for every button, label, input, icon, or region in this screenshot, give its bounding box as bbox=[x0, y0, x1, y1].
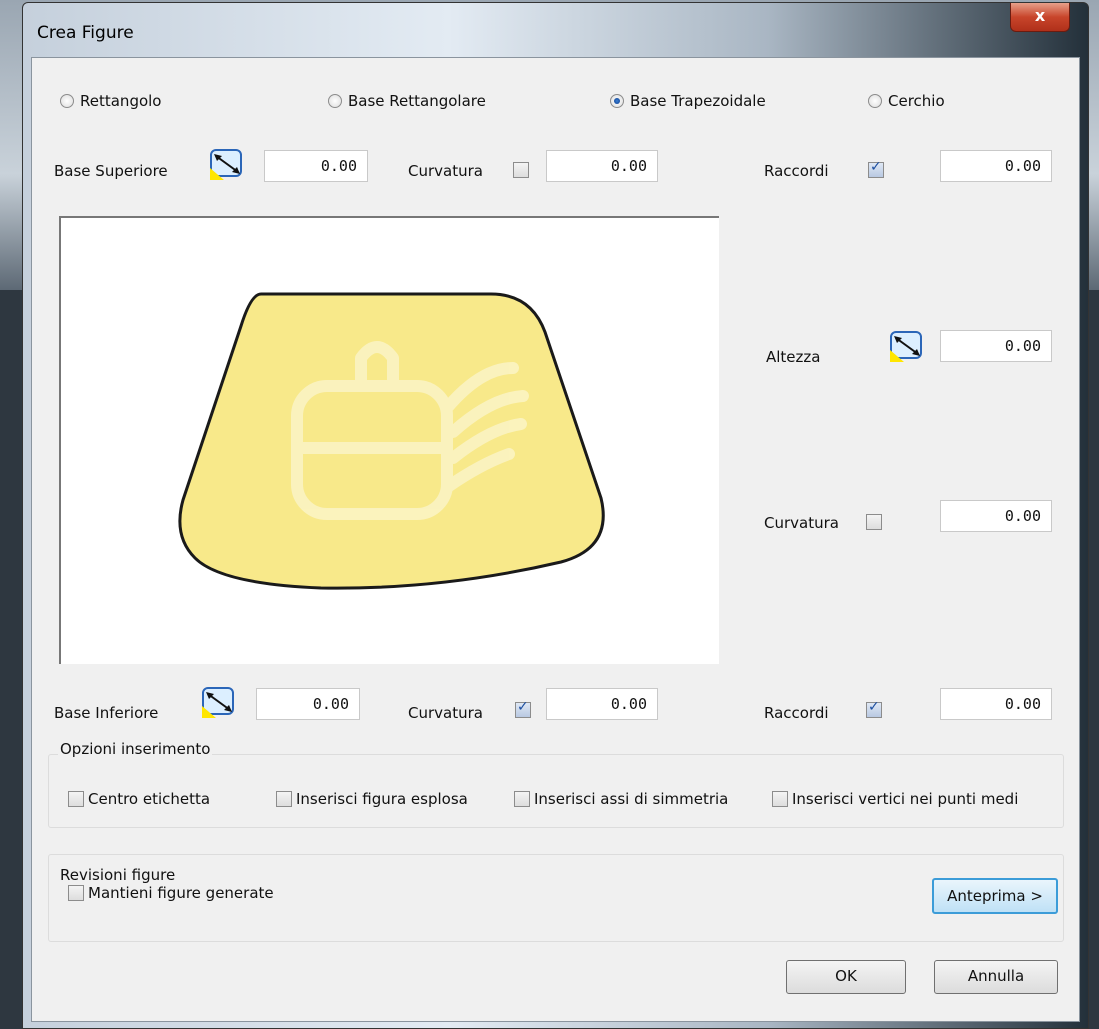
raccordi-bottom-label: Raccordi bbox=[764, 704, 829, 722]
curvatura-right-checkbox[interactable] bbox=[866, 514, 882, 530]
option-assi-simmetria[interactable]: Inserisci assi di simmetria bbox=[514, 790, 728, 808]
option-vertici-punti-medi[interactable]: Inserisci vertici nei punti medi bbox=[772, 790, 1018, 808]
radio-label: Base Rettangolare bbox=[348, 92, 486, 110]
revisions-title: Revisioni figure bbox=[58, 866, 178, 884]
option-label: Inserisci vertici nei punti medi bbox=[792, 790, 1019, 808]
option-label: Inserisci figura esplosa bbox=[296, 790, 468, 808]
dimension-icon[interactable] bbox=[202, 686, 236, 718]
preview-button[interactable]: Anteprima > bbox=[932, 878, 1058, 914]
curvatura-bottom-input[interactable]: 0.00 bbox=[546, 688, 658, 720]
radio-base-rettangolare[interactable]: Base Rettangolare bbox=[328, 92, 486, 110]
base-superiore-input[interactable]: 0.00 bbox=[264, 150, 368, 182]
option-centro-etichetta[interactable]: Centro etichetta bbox=[68, 790, 210, 808]
curvatura-top-checkbox[interactable] bbox=[513, 162, 529, 178]
raccordi-top-label: Raccordi bbox=[764, 162, 829, 180]
option-figura-esplosa[interactable]: Inserisci figura esplosa bbox=[276, 790, 468, 808]
option-mantieni-figure[interactable]: Mantieni figure generate bbox=[68, 884, 274, 902]
radio-label: Base Trapezoidale bbox=[630, 92, 766, 110]
cancel-button[interactable]: Annulla bbox=[934, 960, 1058, 994]
checkbox[interactable] bbox=[68, 791, 84, 807]
base-inferiore-input[interactable]: 0.00 bbox=[256, 688, 360, 720]
option-label: Inserisci assi di simmetria bbox=[534, 790, 729, 808]
radio-rettangolo[interactable]: Rettangolo bbox=[60, 92, 161, 110]
option-label: Mantieni figure generate bbox=[88, 884, 274, 902]
base-superiore-label: Base Superiore bbox=[54, 162, 168, 180]
curvatura-right-label: Curvatura bbox=[764, 514, 839, 532]
radio-dot bbox=[60, 94, 74, 108]
raccordi-bottom-input[interactable]: 0.00 bbox=[940, 688, 1052, 720]
dimension-icon[interactable] bbox=[210, 148, 244, 180]
raccordi-top-input[interactable]: 0.00 bbox=[940, 150, 1052, 182]
dimension-icon[interactable] bbox=[890, 330, 924, 362]
curvatura-top-input[interactable]: 0.00 bbox=[546, 150, 658, 182]
checkbox[interactable] bbox=[514, 791, 530, 807]
curvatura-bottom-checkbox[interactable] bbox=[515, 699, 531, 718]
checkbox[interactable] bbox=[68, 885, 84, 901]
raccordi-bottom-checkbox[interactable] bbox=[866, 699, 882, 718]
raccordi-top-checkbox[interactable] bbox=[868, 159, 884, 178]
dialog-client: Rettangolo Base Rettangolare Base Trapez… bbox=[31, 57, 1080, 1022]
window-title: Crea Figure bbox=[37, 23, 134, 43]
title-bar[interactable]: Crea Figure x bbox=[23, 3, 1088, 59]
radio-label: Cerchio bbox=[888, 92, 945, 110]
radio-dot bbox=[328, 94, 342, 108]
shape-preview bbox=[59, 216, 719, 664]
close-icon: x bbox=[1034, 6, 1046, 25]
option-label: Centro etichetta bbox=[88, 790, 211, 808]
radio-label: Rettangolo bbox=[80, 92, 162, 110]
close-button[interactable]: x bbox=[1010, 3, 1070, 32]
radio-base-trapezoidale[interactable]: Base Trapezoidale bbox=[610, 92, 766, 110]
altezza-label: Altezza bbox=[766, 348, 821, 366]
ok-button[interactable]: OK bbox=[786, 960, 906, 994]
base-inferiore-label: Base Inferiore bbox=[54, 704, 159, 722]
radio-dot bbox=[868, 94, 882, 108]
checkbox[interactable] bbox=[276, 791, 292, 807]
insert-options-title: Opzioni inserimento bbox=[58, 740, 213, 758]
curvatura-bottom-label: Curvatura bbox=[408, 704, 483, 722]
altezza-input[interactable]: 0.00 bbox=[940, 330, 1052, 362]
radio-dot-selected bbox=[610, 94, 624, 108]
checkbox[interactable] bbox=[772, 791, 788, 807]
curvatura-right-input[interactable]: 0.00 bbox=[940, 500, 1052, 532]
trapezoid-shape bbox=[178, 292, 605, 590]
dialog-window: Crea Figure x Rettangolo Base Rettangola… bbox=[22, 2, 1089, 1029]
curvatura-top-label: Curvatura bbox=[408, 162, 483, 180]
radio-cerchio[interactable]: Cerchio bbox=[868, 92, 945, 110]
